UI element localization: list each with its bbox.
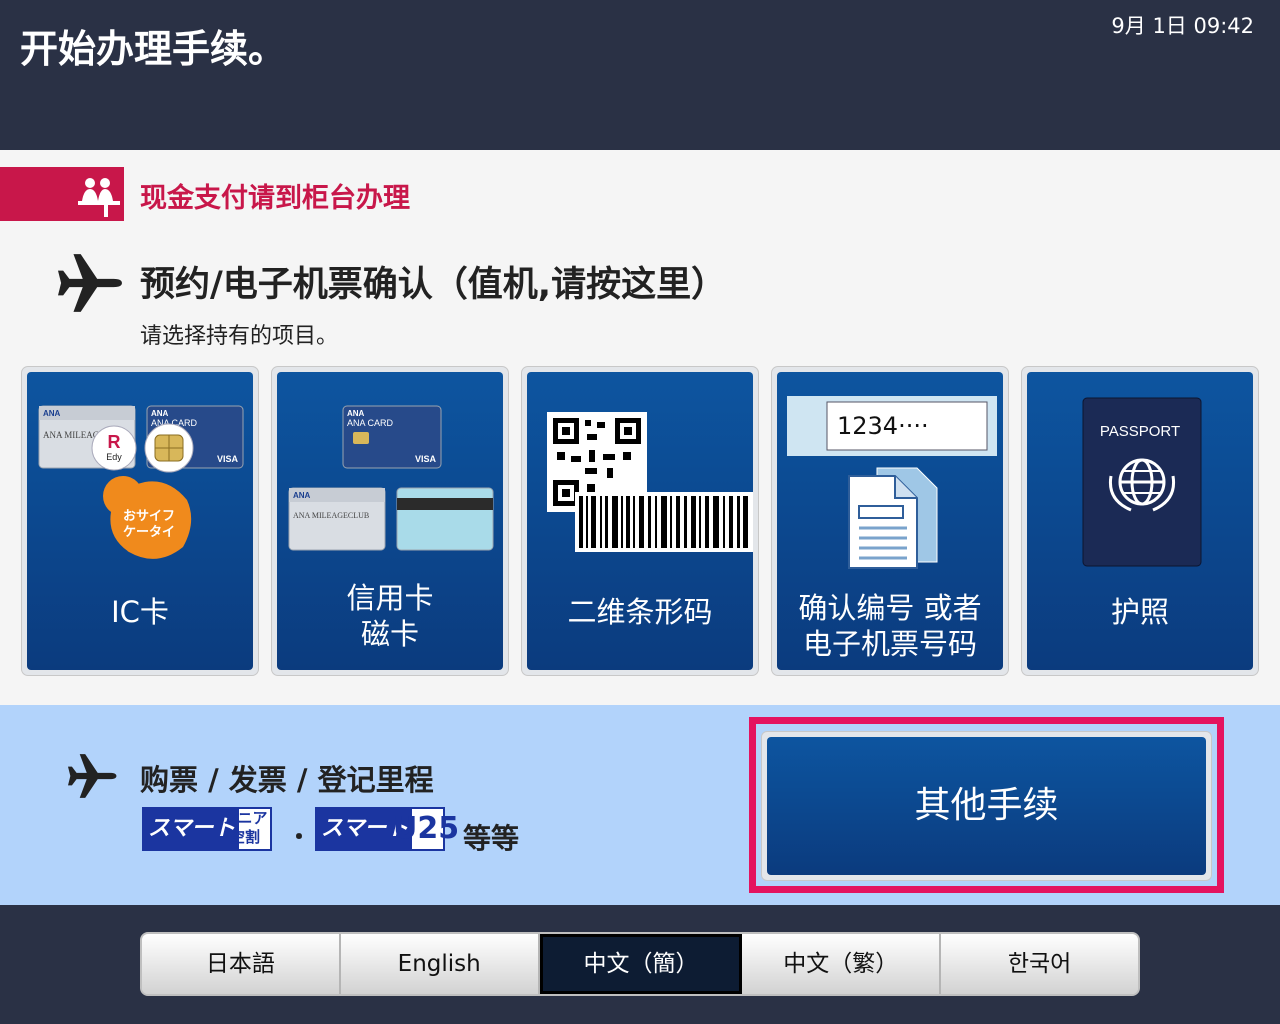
svg-text:ケータイ: ケータイ (123, 525, 175, 540)
lang-japanese-button[interactable]: 日本語 (142, 934, 341, 994)
edy-text: Edy (106, 452, 122, 462)
ana-card-text-2: ANA CARD (347, 418, 394, 428)
passport-word: PASSPORT (1100, 423, 1180, 440)
ana-logo-text-3: ANA (347, 409, 365, 418)
ic-card-label: IC卡 (111, 595, 169, 629)
ana-logo-text: ANA (43, 409, 61, 418)
lang-chinese-traditional-button[interactable]: 中文（繁） (742, 934, 942, 994)
other-procedures-button-label: 其他手续 (767, 737, 1206, 875)
header: 开始办理手续。 9月 1日 09:42 (0, 0, 1280, 150)
lang-chinese-simplified-button[interactable]: 中文（簡） (539, 934, 743, 994)
smart-u25-logo: スマート U25 (315, 807, 460, 851)
ic-card-icon: ANA ANA MILEAGE ANA ANA CARD VISA R Edy … (38, 405, 244, 559)
checkin-section-title: 预约/电子机票确认（值机,请按这里） (140, 265, 727, 305)
cash-notice-banner (0, 167, 124, 221)
ana-logo-text-2: ANA (151, 409, 169, 418)
svg-text:おサイフ: おサイフ (123, 509, 175, 524)
ana-logo-text-4: ANA (293, 491, 311, 500)
lang-korean-button[interactable]: 한국어 (941, 934, 1138, 994)
cash-notice-text: 现金支付请到柜台办理 (140, 183, 410, 214)
credit-card-label: 信用卡 磁卡 (346, 581, 434, 651)
airplane-icon (58, 254, 122, 312)
sample-number: 1234···· (837, 412, 929, 440)
page-title: 开始办理手续。 (20, 27, 287, 71)
passport-button[interactable]: PASSPORT 护照 (1021, 366, 1259, 676)
etc-text: 等等 (463, 822, 520, 855)
visa-text: VISA (217, 454, 239, 464)
other-procedures-title: 购票 / 发票 / 登记里程 (140, 763, 434, 797)
qr-barcode-icon (547, 412, 753, 552)
checkin-section-subtitle: 请选择持有的项目。 (140, 324, 339, 349)
credit-card-icon: ANA ANA CARD VISA ANA ANA MILEAGECLUB (288, 405, 494, 551)
credit-card-button[interactable]: ANA ANA CARD VISA ANA ANA MILEAGECLUB 信用… (271, 366, 509, 676)
u25-text: U25 (393, 811, 460, 846)
passport-label: 护照 (1110, 595, 1169, 629)
separator-dot: ・ (287, 823, 311, 851)
ic-card-button[interactable]: ANA ANA MILEAGE ANA ANA CARD VISA R Edy … (21, 366, 259, 676)
confirmation-number-button[interactable]: 1234···· 确认编号 或者 电子机票号码 (771, 366, 1009, 676)
visa-text-2: VISA (415, 454, 437, 464)
smart-senior-logo: スマート シニア 空割 (142, 807, 272, 851)
confirmation-number-label: 确认编号 或者 电子机票号码 (798, 591, 982, 661)
other-procedures-band: 购票 / 发票 / 登记里程 スマート シニア 空割 ・ スマート U25 等等… (0, 705, 1280, 905)
other-procedures-button[interactable]: 其他手续 (761, 731, 1212, 881)
mileage-club-text: ANA MILEAGECLUB (293, 511, 369, 520)
svg-text:R: R (108, 432, 121, 452)
qr-barcode-button[interactable]: 二维条形码 (521, 366, 759, 676)
sora-wari-text: 空割 (229, 828, 260, 846)
airplane-icon-small (68, 754, 117, 798)
counter-staff-icon (78, 178, 120, 217)
main-panel: 现金支付请到柜台办理 预约/电子机票确认（值机,请按这里） 请选择持有的项目。 … (0, 150, 1280, 705)
qr-barcode-label: 二维条形码 (567, 595, 713, 629)
lang-english-button[interactable]: English (340, 934, 540, 994)
datetime: 9月 1日 09:42 (1111, 14, 1254, 38)
senior-text: シニア (222, 809, 268, 827)
passport-icon: PASSPORT (1082, 397, 1202, 567)
language-bar: 日本語 English 中文（簡） 中文（繁） 한국어 (140, 932, 1140, 996)
document-icon: 1234···· (787, 396, 997, 569)
